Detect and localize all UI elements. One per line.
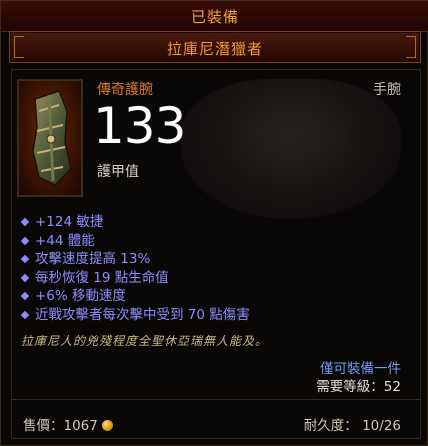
item-type: 傳奇護腕: [97, 82, 153, 98]
item-name-plate: 拉庫尼潛獵者: [9, 31, 421, 63]
item-slot: 手腕: [373, 82, 401, 98]
affix-item: 攻擊速度提高 13%: [20, 250, 401, 269]
affix-item: 每秒恢復 19 點生命值: [20, 269, 401, 288]
equipped-status-bar: 已裝備: [1, 1, 428, 32]
bracers-icon: [32, 90, 72, 186]
item-tooltip: 已裝備 拉庫尼潛獵者 傳奇護腕 手腕 133 護甲值 +124 敏捷 +44 體…: [0, 0, 428, 446]
affix-item: +124 敏捷: [20, 213, 401, 232]
armor-value: 133: [93, 97, 186, 155]
flavor-text: 拉庫尼人的兇殘程度全聖休亞瑞無人能及。: [21, 334, 269, 348]
armor-shield-icon: [181, 79, 401, 219]
affix-item: +6% 移動速度: [20, 287, 401, 306]
unique-equipped-note: 僅可裝備一件: [320, 361, 401, 377]
gold-coin-icon: [101, 420, 113, 431]
bullet-icon: [20, 217, 30, 227]
bullet-icon: [20, 292, 30, 301]
bullet-icon: [20, 254, 30, 264]
affix-item: +44 體能: [20, 232, 401, 251]
equipped-label: 已裝備: [190, 8, 239, 26]
item-icon-frame: [17, 79, 83, 197]
affix-item: 近戰攻擊者每次擊中受到 70 點傷害: [20, 306, 401, 325]
bullet-icon: [20, 310, 30, 320]
affix-list: +124 敏捷 +44 體能 攻擊速度提高 13% 每秒恢復 19 點生命值 +…: [20, 213, 401, 325]
required-level: 需要等級：52: [316, 379, 401, 395]
durability: 耐久度： 10/26: [303, 418, 401, 434]
bullet-icon: [20, 273, 30, 283]
item-name: 拉庫尼潛獵者: [166, 40, 263, 58]
sell-price: 售價：1067: [23, 414, 113, 434]
bullet-icon: [20, 236, 30, 245]
footer-divider: [11, 399, 421, 400]
armor-label: 護甲值: [97, 164, 139, 180]
